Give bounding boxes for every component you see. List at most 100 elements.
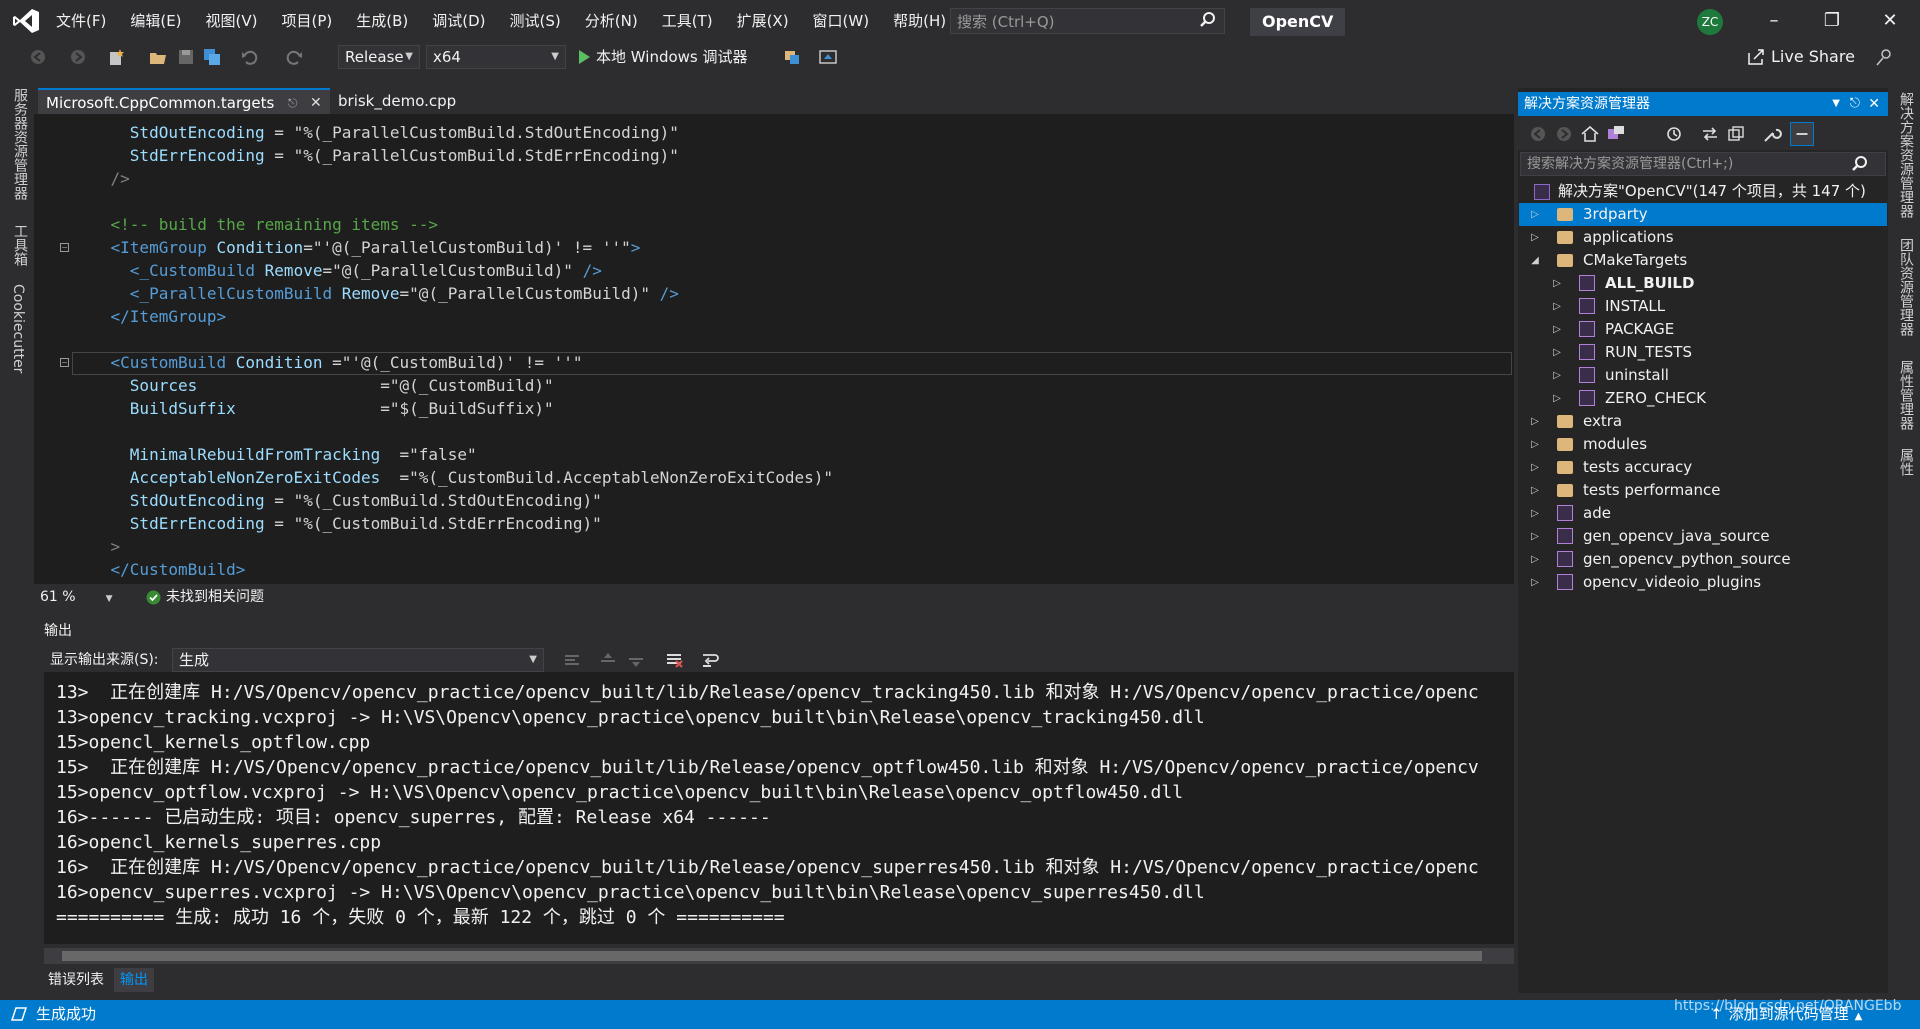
tree-item[interactable]: ▷ ZERO_CHECK xyxy=(1519,387,1887,410)
save-all-icon[interactable] xyxy=(202,47,222,67)
close-button[interactable]: ✕ xyxy=(1870,6,1910,36)
zoom-level-dropdown[interactable]: 61 % ▼ xyxy=(40,586,113,608)
previous-message-icon[interactable] xyxy=(598,650,618,670)
menu-edit[interactable]: 编辑(E) xyxy=(118,0,193,42)
collapsed-arrow-icon[interactable]: ▷ xyxy=(1529,433,1541,456)
tree-item[interactable]: ▷ gen_opencv_java_source xyxy=(1519,525,1887,548)
close-icon[interactable]: ✕ xyxy=(310,90,322,116)
play-icon[interactable] xyxy=(574,47,594,67)
search-icon[interactable] xyxy=(1850,154,1870,174)
pin-icon[interactable]: ⎋ xyxy=(1850,92,1860,116)
pending-changes-icon[interactable] xyxy=(1664,124,1684,144)
tree-item[interactable]: ▷ opencv_videoio_plugins xyxy=(1519,571,1887,594)
menu-build[interactable]: 生成(B) xyxy=(344,0,420,42)
tree-item[interactable]: ▷ RUN_TESTS xyxy=(1519,341,1887,364)
home-icon[interactable] xyxy=(1580,124,1600,144)
clear-all-icon[interactable] xyxy=(664,650,684,670)
save-icon[interactable] xyxy=(176,47,196,67)
tree-item[interactable]: ▷ tests accuracy xyxy=(1519,456,1887,479)
switch-views-icon[interactable] xyxy=(1606,124,1626,144)
tree-item[interactable]: ▷ tests performance xyxy=(1519,479,1887,502)
tree-item[interactable]: ▷ applications xyxy=(1519,226,1887,249)
fold-toggle-icon[interactable]: − xyxy=(60,358,69,367)
collapsed-arrow-icon[interactable]: ▷ xyxy=(1529,456,1541,479)
collapse-all-icon[interactable] xyxy=(1726,124,1746,144)
collapsed-arrow-icon[interactable]: ▷ xyxy=(1551,364,1563,387)
tree-item[interactable]: ▷ INSTALL xyxy=(1519,295,1887,318)
live-share-icon[interactable] xyxy=(1746,47,1766,67)
scrollbar-thumb[interactable] xyxy=(62,951,1482,961)
back-icon[interactable] xyxy=(1528,124,1548,144)
collapsed-arrow-icon[interactable]: ▷ xyxy=(1551,318,1563,341)
undo-icon[interactable] xyxy=(240,47,260,67)
back-icon[interactable] xyxy=(28,47,48,67)
tab-error-list[interactable]: 错误列表 xyxy=(42,968,110,992)
live-share-button[interactable]: Live Share xyxy=(1771,45,1855,69)
collapsed-arrow-icon[interactable]: ▷ xyxy=(1529,226,1541,249)
avatar[interactable]: ZC xyxy=(1697,9,1723,35)
menu-debug[interactable]: 调试(D) xyxy=(420,0,497,42)
collapsed-arrow-icon[interactable]: ▷ xyxy=(1551,387,1563,410)
menu-test[interactable]: 测试(S) xyxy=(498,0,573,42)
fold-toggle-icon[interactable]: − xyxy=(60,243,69,252)
word-wrap-icon[interactable] xyxy=(700,650,720,670)
next-message-icon[interactable] xyxy=(626,650,646,670)
platform-dropdown[interactable]: x64 ▼ xyxy=(426,45,566,69)
toolbox-tab[interactable]: 工具箱 xyxy=(10,224,30,266)
feedback-icon[interactable] xyxy=(1874,47,1894,67)
pin-icon[interactable]: ⎋ xyxy=(288,90,298,116)
solution-root-item[interactable]: 解决方案"OpenCV"(147 个项目，共 147 个) xyxy=(1534,180,1884,203)
minimize-button[interactable]: – xyxy=(1754,6,1794,36)
collapsed-arrow-icon[interactable]: ▷ xyxy=(1529,548,1541,571)
menu-window[interactable]: 窗口(W) xyxy=(801,0,882,42)
configuration-dropdown[interactable]: Release ▼ xyxy=(338,45,420,69)
tree-item[interactable]: ▷ 3rdparty xyxy=(1519,203,1887,226)
collapsed-arrow-icon[interactable]: ▷ xyxy=(1551,272,1563,295)
properties-icon[interactable] xyxy=(1762,124,1782,144)
collapsed-arrow-icon[interactable]: ▷ xyxy=(1551,295,1563,318)
add-to-source-control-button[interactable]: ↑ 添加到源代码管理 ▲ xyxy=(1710,1000,1862,1029)
search-icon[interactable] xyxy=(1198,10,1218,30)
forward-icon[interactable] xyxy=(68,47,88,67)
sync-icon[interactable] xyxy=(1700,124,1720,144)
menu-view[interactable]: 视图(V) xyxy=(194,0,270,42)
tree-item[interactable]: ▷ ALL_BUILD xyxy=(1519,272,1887,295)
search-input[interactable]: 搜索 (Ctrl+Q) xyxy=(950,8,1225,34)
expanded-arrow-icon[interactable]: ◢ xyxy=(1529,249,1541,272)
properties-side-tab[interactable]: 属性 xyxy=(1896,448,1916,476)
tree-item[interactable]: ▷ extra xyxy=(1519,410,1887,433)
tree-item[interactable]: ▷ gen_opencv_python_source xyxy=(1519,548,1887,571)
server-explorer-tab[interactable]: 服务器资源管理器 xyxy=(10,88,30,200)
tree-item[interactable]: ◢ CMakeTargets xyxy=(1519,249,1887,272)
restore-button[interactable]: ❐ xyxy=(1812,6,1852,36)
collapsed-arrow-icon[interactable]: ▷ xyxy=(1529,410,1541,433)
output-source-dropdown[interactable]: 生成 ▼ xyxy=(172,648,544,672)
solution-explorer-side-tab[interactable]: 解决方案资源管理器 xyxy=(1896,92,1916,218)
issues-status[interactable]: 未找到相关问题 xyxy=(166,586,264,608)
find-message-icon[interactable] xyxy=(562,650,582,670)
tab-cppcommon-targets[interactable]: Microsoft.CppCommon.targets ⎋ ✕ xyxy=(38,88,330,114)
menu-analyze[interactable]: 分析(N) xyxy=(573,0,650,42)
tab-brisk-demo[interactable]: brisk_demo.cpp xyxy=(330,88,480,114)
new-project-icon[interactable] xyxy=(106,47,126,67)
attach-process-icon[interactable] xyxy=(782,47,802,67)
cookiecutter-tab[interactable]: Cookiecutter xyxy=(10,284,26,373)
menu-extensions[interactable]: 扩展(X) xyxy=(725,0,801,42)
forward-icon[interactable] xyxy=(1554,124,1574,144)
property-manager-side-tab[interactable]: 属性管理器 xyxy=(1896,360,1916,430)
solution-explorer-search-input[interactable]: 搜索解决方案资源管理器(Ctrl+;) xyxy=(1520,152,1886,176)
chevron-down-icon[interactable]: ▼ xyxy=(1832,92,1840,116)
tree-item[interactable]: ▷ modules xyxy=(1519,433,1887,456)
start-debugger-button[interactable]: 本地 Windows 调试器 xyxy=(596,45,748,69)
menu-tools[interactable]: 工具(T) xyxy=(650,0,725,42)
menu-help[interactable]: 帮助(H) xyxy=(881,0,958,42)
tree-item[interactable]: ▷ PACKAGE xyxy=(1519,318,1887,341)
collapsed-arrow-icon[interactable]: ▷ xyxy=(1529,203,1541,226)
tab-output[interactable]: 输出 xyxy=(114,968,154,992)
menu-file[interactable]: 文件(F) xyxy=(44,0,118,42)
menu-project[interactable]: 项目(P) xyxy=(270,0,345,42)
tree-item[interactable]: ▷ ade xyxy=(1519,502,1887,525)
open-folder-icon[interactable] xyxy=(148,47,168,67)
collapsed-arrow-icon[interactable]: ▷ xyxy=(1551,341,1563,364)
redo-icon[interactable] xyxy=(284,47,304,67)
